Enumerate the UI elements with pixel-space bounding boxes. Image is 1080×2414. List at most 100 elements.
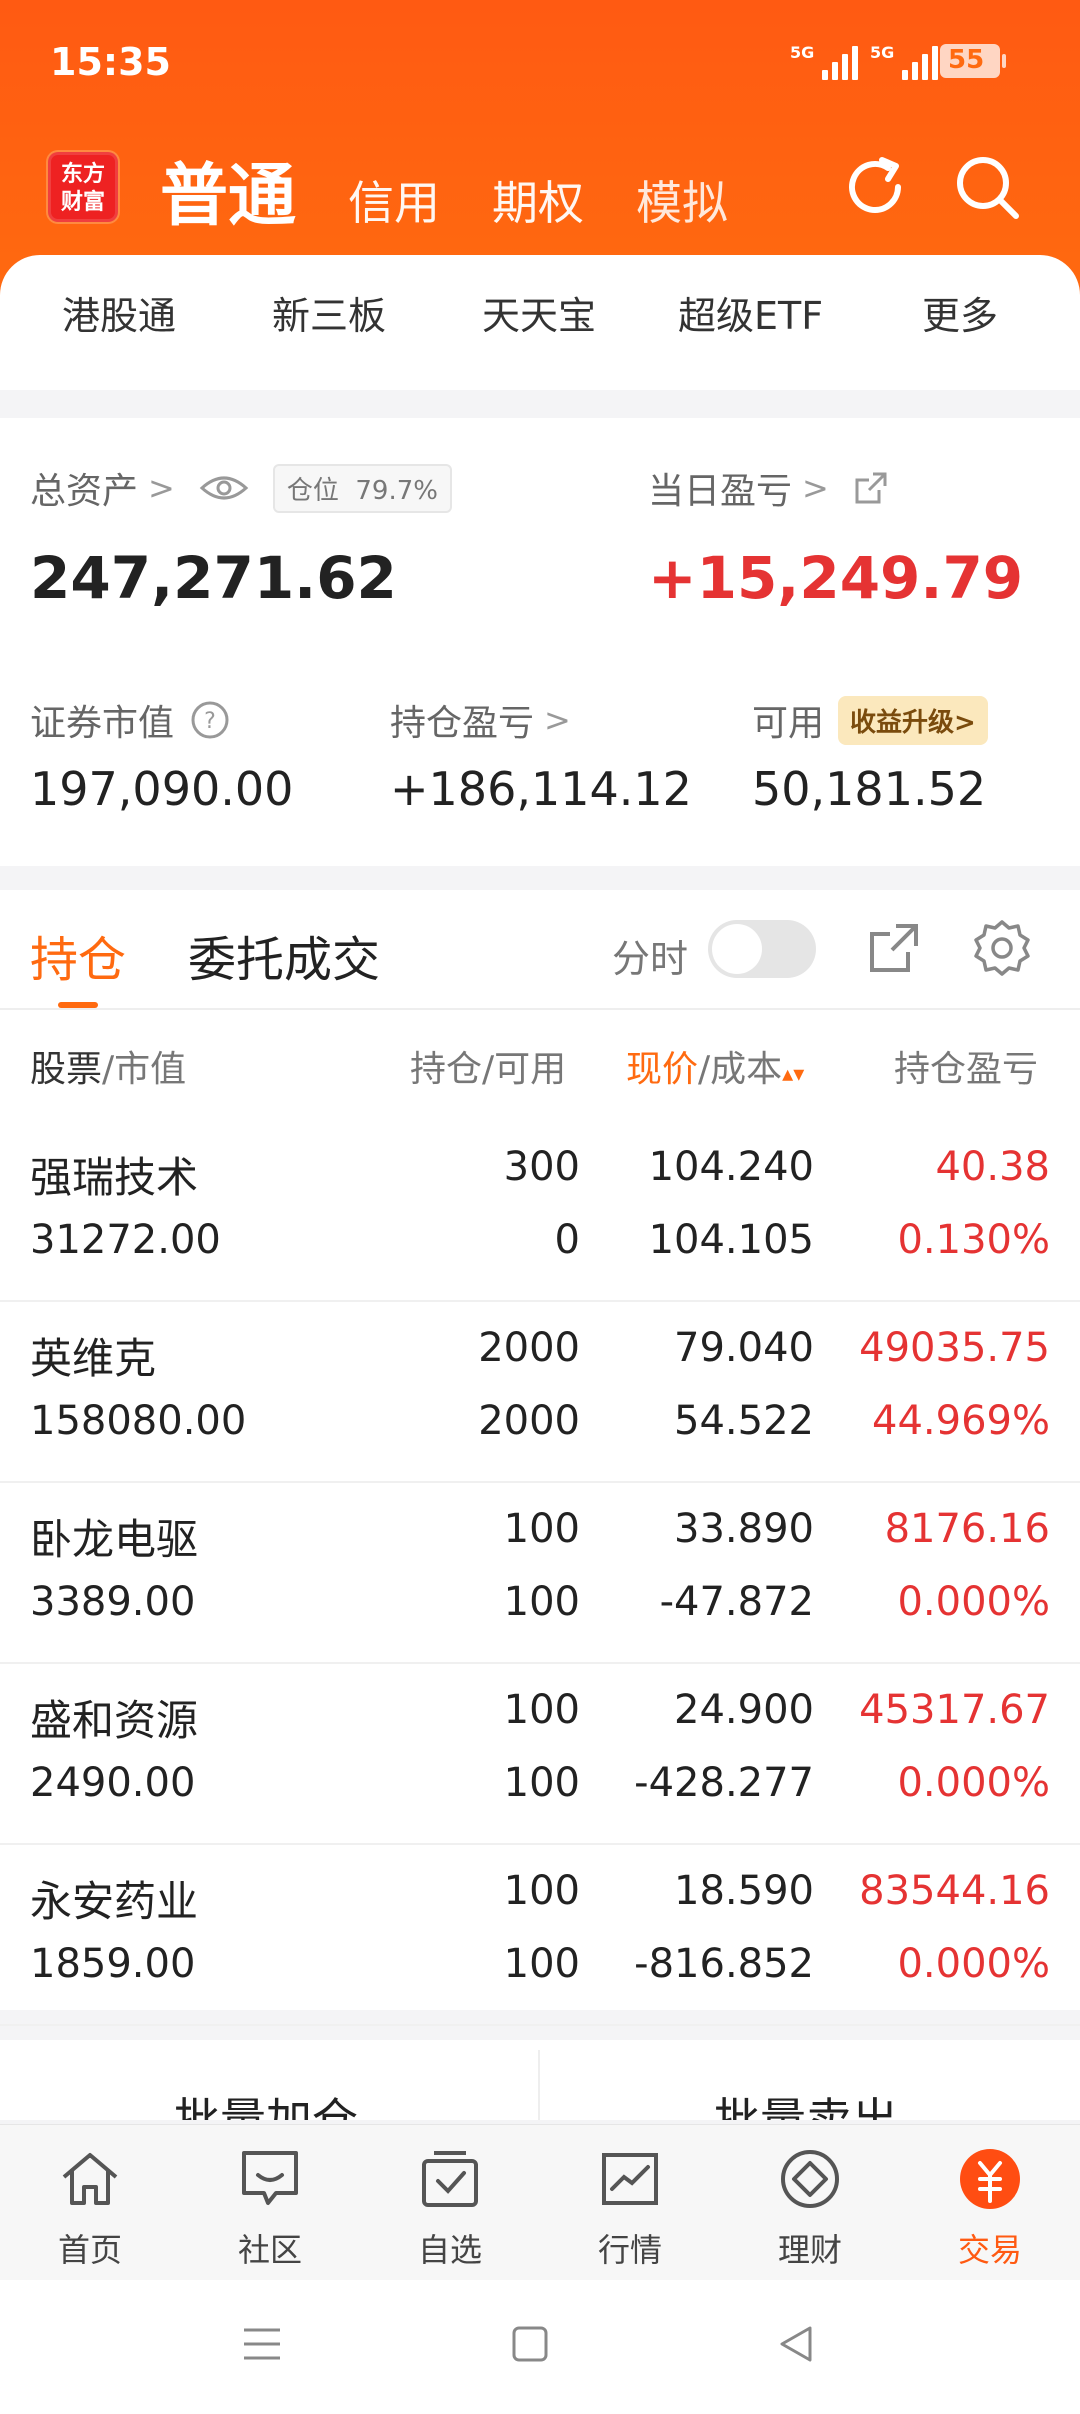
asset-summary-card: 总资产 > 仓位 79.7% 247,271.62 当日盈亏 > +15,249… bbox=[0, 418, 1080, 866]
col-header-qty: 持仓/可用 bbox=[410, 1049, 567, 1090]
intraday-label: 分时 bbox=[612, 937, 689, 981]
daily-pl-label[interactable]: 当日盈亏 bbox=[648, 462, 792, 514]
home-square-icon[interactable] bbox=[508, 2322, 552, 2366]
watchlist-icon bbox=[422, 2151, 478, 2207]
pl-pct-cell: 44.969% bbox=[872, 1398, 1050, 1444]
table-row[interactable]: 永安药业 1859.00 100 100 18.590 -816.852 83544.16 0… bbox=[0, 1846, 1080, 2026]
chevron-right-icon: > bbox=[802, 469, 829, 507]
table-row[interactable]: 强瑞技术 31272.00 300 0 104.240 104.105 40.38 0.130… bbox=[0, 1122, 1080, 1302]
market-value-cell: 1859.00 bbox=[30, 1941, 196, 1987]
total-assets-label[interactable]: 总资产 bbox=[30, 462, 138, 514]
col-header-price[interactable]: 现价/成本▴▾ bbox=[626, 1040, 804, 1092]
quick-item-tiantianbao[interactable]: 天天宝 bbox=[482, 285, 596, 340]
tab-positions[interactable]: 持仓 bbox=[30, 920, 126, 990]
eye-icon[interactable] bbox=[199, 471, 249, 505]
stock-name: 强瑞技术 bbox=[30, 1153, 199, 1202]
quick-item-more[interactable]: 更多 bbox=[922, 285, 998, 340]
cost-cell: -47.872 bbox=[659, 1579, 814, 1625]
home-icon bbox=[62, 2153, 118, 2205]
price-cell: 18.590 bbox=[674, 1868, 814, 1914]
table-row[interactable]: 英维克 158080.00 2000 2000 79.040 54.522 49035.75… bbox=[0, 1303, 1080, 1483]
pl-pct-cell: 0.000% bbox=[897, 1941, 1050, 1987]
nav-trade[interactable]: 交易 bbox=[920, 2147, 1060, 2271]
batch-actions: 批量加仓 批量卖出 bbox=[0, 2040, 1080, 2120]
available-cell: 0 bbox=[554, 1217, 580, 1263]
market-value-cell: 31272.00 bbox=[30, 1217, 221, 1263]
community-icon bbox=[242, 2151, 298, 2205]
table-row[interactable]: 盛和资源 2490.00 100 100 24.900 -428.277 45317.67 0… bbox=[0, 1665, 1080, 1845]
system-nav-bar bbox=[0, 2280, 1080, 2414]
cost-cell: 104.105 bbox=[648, 1217, 814, 1263]
batch-add-button[interactable]: 批量加仓 bbox=[174, 2084, 358, 2120]
stock-name: 英维克 bbox=[30, 1334, 157, 1383]
price-cell: 33.890 bbox=[674, 1506, 814, 1552]
available-cell: 2000 bbox=[478, 1398, 580, 1444]
available-cell: 100 bbox=[503, 1941, 580, 1987]
qty-cell: 100 bbox=[503, 1687, 580, 1733]
market-value-label: 证券市值 bbox=[30, 703, 175, 744]
share-icon[interactable] bbox=[853, 470, 889, 506]
table-row[interactable]: 卧龙电驱 3389.00 100 100 33.890 -47.872 8176.16 0.0… bbox=[0, 1484, 1080, 1664]
position-ratio-badge: 仓位 79.7% bbox=[272, 463, 452, 513]
settings-icon[interactable] bbox=[972, 918, 1032, 978]
nav-wealth[interactable]: 理财 bbox=[740, 2147, 880, 2271]
pl-cell: 45317.67 bbox=[859, 1687, 1050, 1733]
market-value-cell: 158080.00 bbox=[30, 1398, 247, 1444]
batch-sell-button[interactable]: 批量卖出 bbox=[714, 2084, 898, 2120]
intraday-toggle[interactable] bbox=[708, 920, 816, 978]
holdings-tabs: 持仓 委托成交 分时 bbox=[0, 890, 1080, 1010]
pl-pct-cell: 0.000% bbox=[897, 1760, 1050, 1806]
col-header-stock: 股票/市值 bbox=[30, 1049, 187, 1090]
quick-item-super-etf[interactable]: 超级ETF bbox=[678, 285, 823, 340]
price-cell: 24.900 bbox=[674, 1687, 814, 1733]
holdings-card: 持仓 委托成交 分时 股票/市值 持仓/可用 现价/成本▴▾ 持仓盈亏 强瑞技术… bbox=[0, 890, 1080, 2026]
daily-pl-value: +15,249.79 bbox=[648, 544, 1024, 612]
pl-cell: 83544.16 bbox=[859, 1868, 1050, 1914]
search-icon[interactable] bbox=[950, 150, 1024, 224]
wealth-icon bbox=[781, 2150, 839, 2208]
stock-name: 卧龙电驱 bbox=[30, 1515, 199, 1564]
bottom-nav: 首页 社区 自选 行情 理财 交易 bbox=[0, 2124, 1080, 2280]
yield-upgrade-button[interactable]: 收益升级> bbox=[838, 695, 988, 745]
chevron-right-icon: > bbox=[148, 469, 175, 507]
tab-normal[interactable]: 普通 bbox=[160, 140, 296, 239]
external-link-icon[interactable] bbox=[866, 920, 922, 976]
sort-icon: ▴▾ bbox=[782, 1062, 805, 1087]
signal-icon: 5G bbox=[790, 40, 859, 80]
qty-cell: 100 bbox=[503, 1868, 580, 1914]
quick-item-hk-connect[interactable]: 港股通 bbox=[62, 285, 176, 340]
qty-cell: 300 bbox=[503, 1144, 580, 1190]
market-value: 197,090.00 bbox=[30, 762, 294, 816]
nav-watchlist[interactable]: 自选 bbox=[380, 2147, 520, 2271]
nav-community[interactable]: 社区 bbox=[200, 2147, 340, 2271]
trade-icon bbox=[960, 2149, 1020, 2209]
price-cell: 79.040 bbox=[674, 1325, 814, 1371]
available-label: 可用 bbox=[752, 703, 825, 744]
back-icon[interactable] bbox=[774, 2322, 818, 2366]
qty-cell: 2000 bbox=[478, 1325, 580, 1371]
tab-simulate[interactable]: 模拟 bbox=[636, 167, 728, 233]
status-bar: 15:35 5G 5G 55 bbox=[0, 0, 1080, 130]
chevron-right-icon: > bbox=[544, 701, 571, 739]
col-header-pl: 持仓盈亏 bbox=[894, 1049, 1039, 1090]
pl-cell: 8176.16 bbox=[884, 1506, 1050, 1552]
holding-pl-label[interactable]: 持仓盈亏 bbox=[390, 694, 534, 746]
tab-options[interactable]: 期权 bbox=[492, 167, 584, 233]
svg-text:?: ? bbox=[204, 709, 216, 734]
nav-home[interactable]: 首页 bbox=[20, 2147, 160, 2271]
account-type-tabs: 普通 信用 期权 模拟 bbox=[160, 140, 780, 239]
price-cell: 104.240 bbox=[648, 1144, 814, 1190]
help-icon[interactable]: ? bbox=[190, 700, 230, 740]
menu-icon[interactable] bbox=[240, 2322, 284, 2366]
pl-cell: 49035.75 bbox=[859, 1325, 1050, 1371]
tab-credit[interactable]: 信用 bbox=[348, 167, 440, 233]
refresh-icon[interactable] bbox=[838, 150, 912, 224]
quick-item-neeq[interactable]: 新三板 bbox=[272, 285, 386, 340]
stock-name: 永安药业 bbox=[30, 1877, 199, 1926]
active-tab-indicator bbox=[58, 1002, 98, 1008]
battery-icon: 55 bbox=[940, 44, 1006, 78]
nav-market[interactable]: 行情 bbox=[560, 2147, 700, 2271]
cost-cell: -816.852 bbox=[634, 1941, 814, 1987]
tab-orders[interactable]: 委托成交 bbox=[188, 920, 380, 990]
pl-pct-cell: 0.000% bbox=[897, 1579, 1050, 1625]
